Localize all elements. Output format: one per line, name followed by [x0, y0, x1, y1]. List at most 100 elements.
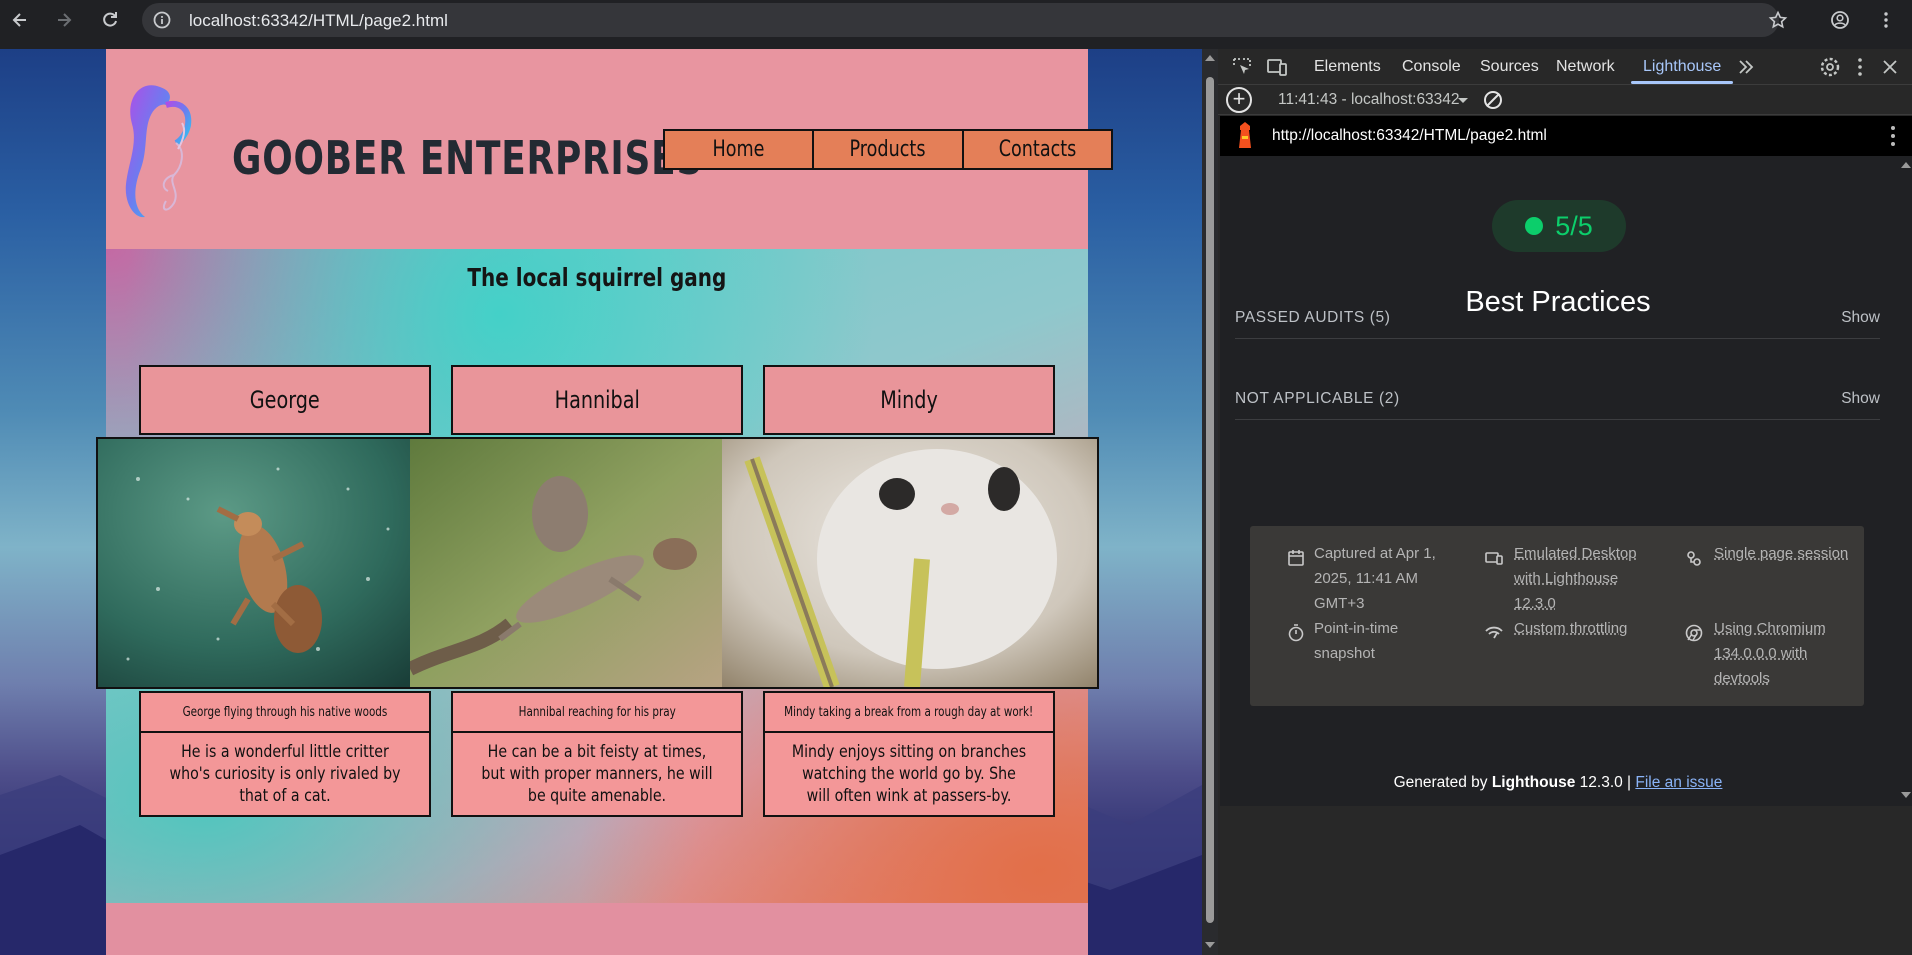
calendar-icon [1288, 550, 1304, 566]
new-report-button[interactable]: + [1226, 87, 1252, 113]
stopwatch-icon [1288, 624, 1304, 642]
mindy-photo [722, 439, 1097, 687]
description-text: Mindy enjoys sitting on branches watchin… [791, 742, 1027, 805]
caption-text: Hannibal reaching for his pray [518, 704, 676, 720]
arrow-right-icon [58, 13, 72, 27]
report-url: http://localhost:63342/HTML/page2.html [1272, 127, 1547, 144]
description-hannibal: He can be a bit feisty at times, but wit… [451, 733, 743, 817]
profile-button[interactable] [1824, 4, 1856, 36]
george-photo [98, 439, 410, 687]
caption-hannibal: Hannibal reaching for his pray [451, 691, 743, 733]
squirrel-name-text: George [250, 386, 320, 414]
forward-button[interactable] [48, 4, 80, 36]
page-scrollbar[interactable] [1202, 49, 1218, 955]
caption-mindy: Mindy taking a break from a rough day at… [763, 691, 1055, 733]
show-button[interactable]: Show [1841, 390, 1880, 408]
account-icon [1831, 11, 1849, 29]
emulated-desktop-line: 12.3.0 [1514, 595, 1556, 612]
custom-throttling-link[interactable]: Custom throttling [1514, 616, 1627, 641]
nav-products[interactable]: Products [814, 131, 964, 168]
main-nav: Home Products Contacts [663, 129, 1113, 170]
nav-home[interactable]: Home [665, 131, 815, 168]
snapshot-mode: Point-in-time snapshot [1314, 616, 1398, 666]
scroll-down-arrow-icon[interactable] [1901, 792, 1911, 798]
file-issue-link[interactable]: File an issue [1635, 774, 1722, 791]
captured-at-line: Captured at Apr 1, [1314, 545, 1436, 562]
squirrel-name-hannibal: Hannibal [451, 365, 743, 435]
devtools-tabbar: Elements Console Sources Network Lightho… [1218, 49, 1912, 85]
lighthouse-toolbar: + 11:41:43 - localhost:63342 [1218, 85, 1912, 115]
reload-icon [103, 12, 117, 27]
lighthouse-logo-icon [1239, 122, 1251, 148]
squirrel-name-george: George [139, 365, 431, 435]
chevron-down-icon[interactable] [1458, 98, 1468, 103]
scroll-up-arrow-icon[interactable] [1205, 55, 1215, 61]
address-bar[interactable]: localhost:63342/HTML/page2.html [142, 3, 1779, 37]
caption-text: George flying through his native woods [182, 704, 388, 720]
captured-at-line: 2025, 11:41 AM [1314, 570, 1418, 587]
arrow-left-icon [12, 13, 26, 27]
settings-gear-icon[interactable] [1818, 55, 1842, 79]
single-page-session-link[interactable]: Single page session [1714, 541, 1848, 566]
show-button[interactable]: Show [1841, 309, 1880, 327]
section-label: PASSED AUDITS (5) [1235, 309, 1391, 326]
generated-by-footer: Generated by Lighthouse 12.3.0 | File an… [1220, 774, 1896, 792]
report-scrollbar[interactable] [1898, 156, 1912, 806]
chromium-icon [1685, 624, 1703, 642]
browser-menu-button[interactable] [1870, 4, 1902, 36]
captured-at-line: GMT+3 [1314, 595, 1365, 612]
back-button[interactable] [4, 4, 36, 36]
network-throttling-icon [1485, 626, 1503, 639]
scroll-up-arrow-icon[interactable] [1901, 162, 1911, 168]
description-text: He is a wonderful little critter who's c… [169, 742, 401, 805]
not-applicable-row[interactable]: NOT APPLICABLE (2) Show [1235, 380, 1880, 420]
emulated-desktop-link[interactable]: Emulated Desktop with Lighthouse 12.3.0 [1514, 541, 1637, 616]
site-footer [106, 903, 1088, 955]
devtools-menu-icon[interactable] [1848, 55, 1872, 79]
more-tabs-icon[interactable] [1734, 55, 1758, 79]
snapshot-mode-line: snapshot [1314, 645, 1375, 662]
inspect-element-icon[interactable] [1230, 55, 1254, 79]
clear-reports-icon[interactable] [1484, 91, 1502, 109]
close-icon[interactable] [1878, 55, 1902, 79]
score-badge: 5/5 [1492, 200, 1626, 252]
section-label: NOT APPLICABLE (2) [1235, 390, 1400, 407]
squirrel-logo [125, 85, 192, 218]
caption-text: Mindy taking a break from a rough day at… [784, 704, 1034, 720]
info-icon[interactable] [152, 10, 172, 30]
caption-george: George flying through his native woods [139, 691, 431, 733]
tab-network[interactable]: Network [1556, 58, 1615, 76]
device-toolbar-icon[interactable] [1265, 55, 1289, 79]
passed-audits-row[interactable]: PASSED AUDITS (5) Show [1235, 299, 1880, 339]
using-chromium-link[interactable]: Using Chromium 134.0.0.0 with devtools [1714, 616, 1826, 691]
squirrel-photo-strip [96, 437, 1099, 689]
description-text: He can be a bit feisty at times, but wit… [481, 742, 713, 805]
more-vert-icon[interactable] [1890, 125, 1896, 147]
tab-lighthouse[interactable]: Lighthouse [1643, 58, 1721, 76]
tab-elements[interactable]: Elements [1314, 58, 1381, 76]
section-title-text: The local squirrel gang [467, 263, 727, 292]
nav-home-label: Home [712, 137, 765, 162]
footer-prefix: Generated by [1393, 774, 1492, 791]
nav-contacts[interactable]: Contacts [963, 131, 1111, 168]
reload-button[interactable] [94, 4, 126, 36]
scroll-down-arrow-icon[interactable] [1205, 942, 1215, 948]
tab-console[interactable]: Console [1402, 58, 1461, 76]
report-metadata: Captured at Apr 1, 2025, 11:41 AM GMT+3 … [1250, 526, 1864, 706]
page-scrollbar-thumb[interactable] [1206, 77, 1214, 923]
throttling-text: Custom throttling [1514, 620, 1628, 637]
description-mindy: Mindy enjoys sitting on branches watchin… [763, 733, 1055, 817]
tab-sources[interactable]: Sources [1480, 58, 1539, 76]
section-title: The local squirrel gang [106, 263, 1088, 292]
footer-version: 12.3.0 | [1575, 774, 1636, 791]
lighthouse-url-bar: http://localhost:63342/HTML/page2.html [1220, 116, 1912, 156]
website-container: GOOBER ENTERPRISES Home Products Contact… [96, 49, 1113, 955]
active-tab-indicator [1631, 81, 1733, 84]
squirrel-name-text: Hannibal [554, 386, 640, 414]
captured-at: Captured at Apr 1, 2025, 11:41 AM GMT+3 [1314, 541, 1436, 616]
chromium-line: devtools [1714, 670, 1770, 687]
score-value: 5/5 [1555, 210, 1593, 241]
bookmark-button[interactable] [1762, 4, 1794, 36]
report-selector[interactable]: 11:41:43 - localhost:63342 [1278, 91, 1460, 109]
lighthouse-report: 5/5 Best Practices PASSED AUDITS (5) Sho… [1220, 156, 1912, 806]
